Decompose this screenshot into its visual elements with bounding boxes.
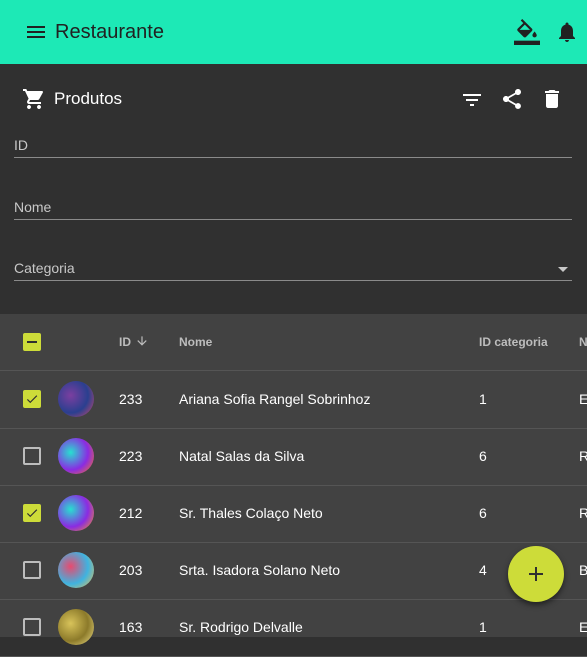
app-title: Restaurante [55, 21, 164, 43]
cell-id: 163 [119, 619, 143, 635]
select-all-checkbox[interactable] [23, 333, 41, 351]
table-row[interactable]: 212 Sr. Thales Colaço Neto 6 R [0, 485, 587, 543]
row-checkbox[interactable] [23, 390, 41, 408]
row-checkbox[interactable] [23, 504, 41, 522]
product-avatar [58, 552, 94, 588]
row-checkbox[interactable] [23, 447, 41, 465]
table-row[interactable]: 233 Ariana Sofia Rangel Sobrinhoz 1 E [0, 371, 587, 429]
row-checkbox[interactable] [23, 618, 41, 636]
cell-nome: Ariana Sofia Rangel Sobrinhoz [179, 391, 371, 407]
categoria-select[interactable]: Categoria [14, 256, 572, 281]
format-color-fill-icon[interactable] [514, 19, 540, 45]
add-button[interactable] [508, 546, 564, 602]
column-header-id[interactable]: ID [119, 335, 131, 349]
cell-id-categoria: 6 [479, 505, 487, 521]
product-avatar [58, 609, 94, 645]
cell-nome: Sr. Thales Colaço Neto [179, 505, 323, 521]
add-icon [529, 567, 543, 581]
table-row[interactable]: 203 Srta. Isadora Solano Neto 4 B [0, 542, 587, 600]
cell-id-categoria: 4 [479, 562, 487, 578]
product-avatar [58, 438, 94, 474]
column-header-id-categoria[interactable]: ID categoria [479, 335, 548, 349]
menu-icon[interactable] [24, 20, 48, 44]
app-bar: Restaurante [0, 0, 587, 64]
filter-list-icon[interactable] [460, 88, 484, 112]
delete-icon[interactable] [540, 87, 564, 111]
table-row[interactable]: 223 Natal Salas da Silva 6 R [0, 428, 587, 486]
share-icon[interactable] [500, 87, 524, 111]
cell-next: E [579, 619, 587, 635]
cell-nome: Sr. Rodrigo Delvalle [179, 619, 303, 635]
cell-id: 223 [119, 448, 143, 464]
product-avatar [58, 381, 94, 417]
cell-nome: Natal Salas da Silva [179, 448, 305, 464]
cell-id-categoria: 6 [479, 448, 487, 464]
cell-id-categoria: 1 [479, 619, 487, 635]
row-checkbox[interactable] [23, 561, 41, 579]
column-header-nome[interactable]: Nome [179, 335, 212, 349]
nome-filter-label: Nome [14, 199, 52, 215]
column-header-next[interactable]: N [579, 335, 587, 349]
id-filter-label: ID [14, 137, 28, 153]
cell-id: 233 [119, 391, 143, 407]
panel-title: Produtos [54, 89, 123, 108]
cell-id: 203 [119, 562, 143, 578]
products-table: ID Nome ID categoria N 233 Ariana Sofia R… [0, 314, 587, 657]
cell-next: R [579, 448, 587, 464]
table-row[interactable]: 163 Sr. Rodrigo Delvalle 1 E [0, 599, 587, 657]
cell-next: E [579, 391, 587, 407]
cell-next: R [579, 505, 587, 521]
product-avatar [58, 495, 94, 531]
cell-id: 212 [119, 505, 143, 521]
id-filter-field[interactable]: ID [14, 133, 572, 158]
cell-id-categoria: 1 [479, 391, 487, 407]
nome-filter-field[interactable]: Nome [14, 195, 572, 220]
notifications-icon[interactable] [555, 20, 579, 44]
dropdown-arrow-icon[interactable] [558, 267, 568, 272]
cell-nome: Srta. Isadora Solano Neto [179, 562, 341, 578]
table-header: ID Nome ID categoria N [0, 314, 587, 371]
shopping-cart-icon [23, 89, 44, 109]
arrow-downward-icon[interactable] [135, 334, 149, 348]
cell-next: B [579, 562, 587, 578]
categoria-select-label: Categoria [14, 260, 75, 276]
